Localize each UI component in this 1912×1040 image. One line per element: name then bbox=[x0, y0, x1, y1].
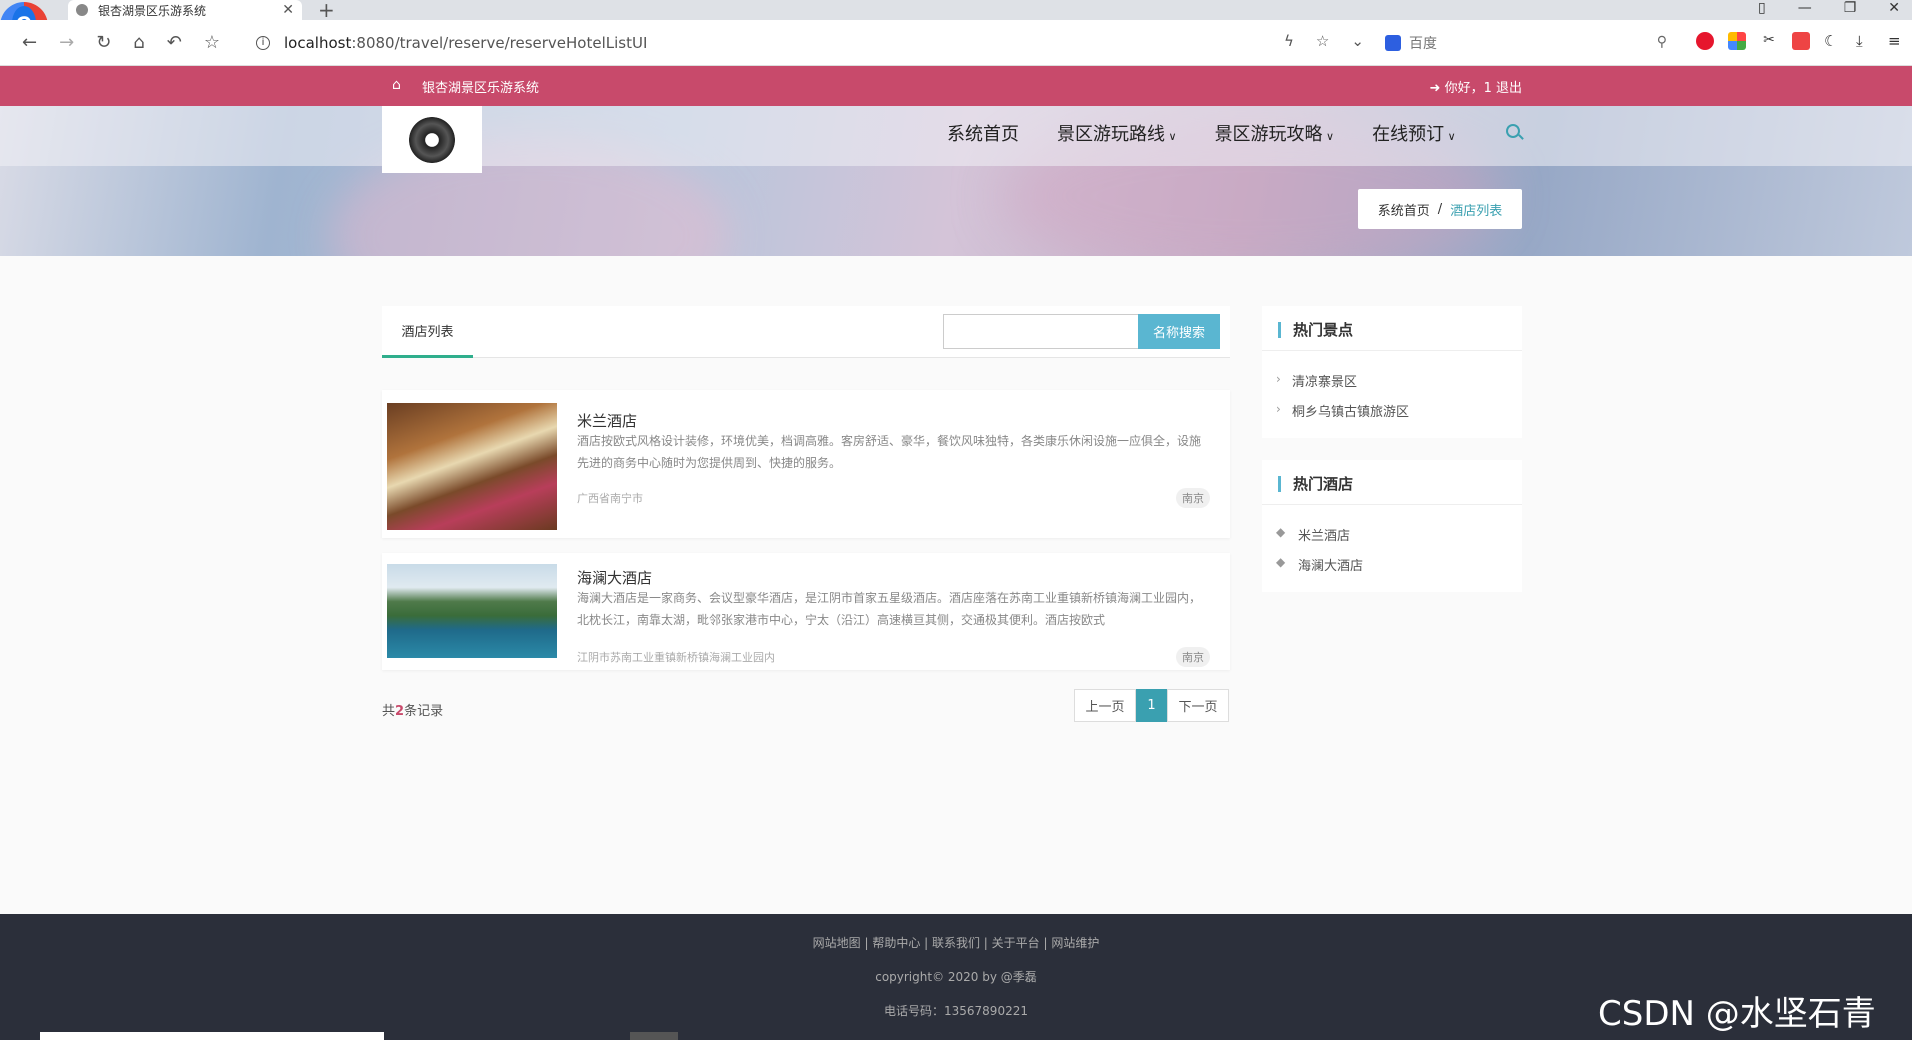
hotel-image[interactable] bbox=[387, 403, 557, 530]
tab-title: 银杏湖景区乐游系统 bbox=[98, 3, 207, 18]
url-path: :8080/travel/reserve/reserveHotelListUI bbox=[351, 34, 648, 52]
menu-booking[interactable]: 在线预订 bbox=[1372, 120, 1456, 146]
hot-spot-link[interactable]: 桐乡乌镇古镇旅游区 bbox=[1292, 401, 1409, 420]
record-count-prefix: 共 bbox=[382, 704, 396, 719]
hot-spot-link[interactable]: 清凉寨景区 bbox=[1292, 371, 1357, 390]
extension-icons: ✂ ☾ ⤓ ≡ bbox=[1696, 32, 1906, 50]
bolt-icon[interactable]: ϟ bbox=[1284, 32, 1294, 50]
chevron-right-icon: › bbox=[1276, 402, 1281, 416]
site-info-icon[interactable]: i bbox=[256, 36, 270, 50]
hot-hotel-link[interactable]: 米兰酒店 bbox=[1298, 525, 1350, 544]
user-area: ➜ 你好，1 退出 bbox=[1430, 77, 1522, 96]
site-search-icon[interactable] bbox=[1506, 124, 1520, 138]
bookmark-star-icon[interactable]: ☆ bbox=[1316, 32, 1329, 50]
window-controls: ▯ — ❐ ✕ bbox=[1758, 0, 1900, 16]
record-count-number: 2 bbox=[395, 704, 405, 719]
tag-icon: ◆ bbox=[1276, 555, 1286, 569]
chevron-right-icon: › bbox=[1276, 372, 1281, 386]
record-count: 共2条记录 bbox=[382, 700, 443, 719]
pdf-icon[interactable] bbox=[1792, 32, 1810, 50]
baidu-icon bbox=[1385, 35, 1401, 51]
tab-favicon-icon bbox=[76, 4, 88, 16]
menu-icon[interactable]: ≡ bbox=[1888, 32, 1906, 50]
browser-toolbar: ← → ↻ ⌂ ↶ ☆ i localhost:8080/travel/rese… bbox=[0, 20, 1912, 66]
menu-home[interactable]: 系统首页 bbox=[947, 120, 1019, 146]
name-search-button[interactable]: 名称搜索 bbox=[1138, 314, 1220, 349]
logo-emblem bbox=[409, 116, 455, 163]
hotel-list-header: 酒店列表 名称搜索 bbox=[382, 306, 1230, 358]
forward-icon[interactable]: → bbox=[59, 32, 74, 53]
watermark: CSDN @水坚石青 bbox=[1598, 994, 1876, 1034]
user-greeting: 你好，1 bbox=[1444, 81, 1492, 96]
breadcrumb-separator: / bbox=[1437, 201, 1443, 217]
home-icon[interactable]: ⌂ bbox=[133, 32, 144, 53]
restore-icon[interactable]: ▯ bbox=[1758, 0, 1766, 16]
star-icon[interactable]: ☆ bbox=[204, 32, 220, 53]
login-icon: ➜ bbox=[1429, 81, 1441, 96]
logout-link[interactable]: 退出 bbox=[1496, 81, 1522, 96]
hotel-name[interactable]: 海澜大酒店 bbox=[577, 567, 652, 588]
chevron-down-icon[interactable]: ⌄ bbox=[1351, 32, 1364, 50]
hotel-image[interactable] bbox=[387, 564, 557, 658]
hotel-card[interactable]: 海澜大酒店 海澜大酒店是一家商务、会议型豪华酒店，是江阴市首家五星级酒店。酒店座… bbox=[382, 553, 1230, 670]
pagination: 上一页 1 下一页 bbox=[1074, 689, 1229, 722]
footer-copyright: copyright© 2020 by @季磊 bbox=[875, 970, 1037, 984]
browser-search-box[interactable]: 百度 ⚲ bbox=[1385, 26, 1675, 60]
next-page-button[interactable]: 下一页 bbox=[1167, 689, 1229, 722]
weibo-icon[interactable] bbox=[1696, 32, 1714, 50]
menu-routes[interactable]: 景区游玩路线 bbox=[1057, 120, 1177, 146]
tab-hotel-list[interactable]: 酒店列表 bbox=[382, 306, 473, 358]
close-window-icon[interactable]: ✕ bbox=[1888, 0, 1900, 16]
prev-page-button[interactable]: 上一页 bbox=[1074, 689, 1136, 722]
hotel-address: 广西省南宁市 bbox=[577, 492, 643, 505]
undo-icon[interactable]: ↶ bbox=[167, 32, 182, 53]
url-host: localhost bbox=[284, 34, 352, 52]
hotel-description: 海澜大酒店是一家商务、会议型豪华酒店，是江阴市首家五星级酒店。酒店座落在苏南工业… bbox=[577, 591, 1202, 627]
breadcrumb-home[interactable]: 系统首页 bbox=[1378, 200, 1430, 219]
home-icon[interactable]: ⌂ bbox=[392, 77, 401, 93]
maximize-icon[interactable]: ❐ bbox=[1844, 0, 1857, 16]
hotel-city-badge: 南京 bbox=[1176, 647, 1210, 667]
taskbar-item[interactable] bbox=[630, 1032, 678, 1040]
breadcrumb: 系统首页 / 酒店列表 bbox=[1358, 189, 1522, 229]
record-count-suffix: 条记录 bbox=[404, 704, 444, 719]
site-name[interactable]: 银杏湖景区乐游系统 bbox=[422, 77, 539, 96]
download-icon[interactable]: ⤓ bbox=[1856, 32, 1874, 50]
hot-spots-panel: 热门景点 › 清凉寨景区 › 桐乡乌镇古镇旅游区 bbox=[1262, 306, 1522, 438]
address-bar[interactable]: i localhost:8080/travel/reserve/reserveH… bbox=[256, 26, 1380, 60]
site-top-bar: ⌂ 银杏湖景区乐游系统 ➜ 你好，1 退出 bbox=[0, 66, 1912, 106]
main-menu: 系统首页 景区游玩路线 景区游玩攻略 在线预订 bbox=[947, 120, 1456, 146]
hot-spots-title: 热门景点 bbox=[1278, 322, 1353, 338]
hotel-name[interactable]: 米兰酒店 bbox=[577, 410, 637, 431]
browser-tab[interactable]: 银杏湖景区乐游系统 ✕ bbox=[68, 0, 302, 20]
hot-hotel-link[interactable]: 海澜大酒店 bbox=[1298, 555, 1363, 574]
footer-links[interactable]: 网站地图 | 帮助中心 | 联系我们 | 关于平台 | 网站维护 bbox=[0, 934, 1912, 951]
moon-icon[interactable]: ☾ bbox=[1824, 32, 1842, 50]
search-engine-label: 百度 bbox=[1409, 36, 1437, 52]
hotel-card[interactable]: 米兰酒店 酒店按欧式风格设计装修，环境优美，档调高雅。客房舒适、豪华，餐饮风味独… bbox=[382, 390, 1230, 538]
taskbar-item[interactable] bbox=[40, 1032, 384, 1040]
address-bar-actions: ϟ ☆ ⌄ bbox=[1284, 32, 1364, 50]
scissors-icon[interactable]: ✂ bbox=[1760, 32, 1778, 50]
page-1-button[interactable]: 1 bbox=[1136, 689, 1167, 722]
breadcrumb-current: 酒店列表 bbox=[1450, 203, 1503, 219]
hot-hotels-panel: 热门酒店 ◆ 米兰酒店 ◆ 海澜大酒店 bbox=[1262, 460, 1522, 592]
new-tab-button[interactable]: + bbox=[318, 0, 335, 22]
tag-icon: ◆ bbox=[1276, 525, 1286, 539]
tab-close-icon[interactable]: ✕ bbox=[282, 2, 294, 18]
hotel-city-badge: 南京 bbox=[1176, 488, 1210, 508]
hotel-name-search-input[interactable] bbox=[943, 314, 1139, 349]
back-icon[interactable]: ← bbox=[22, 32, 37, 53]
hotel-address: 江阴市苏南工业重镇新桥镇海澜工业园内 bbox=[577, 651, 775, 664]
hot-hotels-title: 热门酒店 bbox=[1278, 476, 1353, 492]
apps-grid-icon[interactable] bbox=[1728, 32, 1746, 50]
reload-icon[interactable]: ↻ bbox=[96, 32, 111, 53]
magnifier-icon[interactable]: ⚲ bbox=[1657, 34, 1667, 50]
menu-guides[interactable]: 景区游玩攻略 bbox=[1215, 120, 1335, 146]
minimize-icon[interactable]: — bbox=[1798, 0, 1812, 16]
site-logo[interactable] bbox=[382, 106, 482, 173]
hotel-description: 酒店按欧式风格设计装修，环境优美，档调高雅。客房舒适、豪华，餐饮风味独特，各类康… bbox=[577, 434, 1202, 470]
